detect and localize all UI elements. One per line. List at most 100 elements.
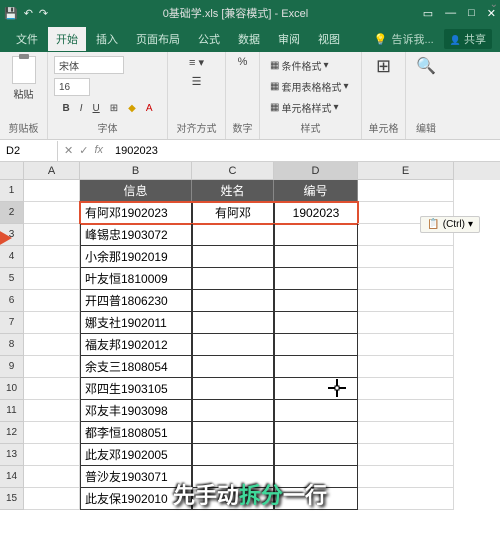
cell[interactable] [192, 312, 274, 334]
row-header[interactable]: 8 [0, 334, 24, 356]
tab-formula[interactable]: 公式 [190, 27, 228, 51]
cell[interactable] [192, 400, 274, 422]
font-size-select[interactable]: 16 [54, 78, 90, 96]
cell[interactable] [24, 488, 80, 510]
redo-icon[interactable]: ↷ [39, 7, 48, 20]
row-header[interactable]: 5 [0, 268, 24, 290]
cell[interactable] [192, 378, 274, 400]
cell[interactable]: 有阿邓1902023 [80, 202, 192, 224]
minimize-icon[interactable]: — [445, 7, 456, 20]
edit-icon[interactable]: 🔍 [416, 56, 436, 76]
save-icon[interactable]: 💾 [4, 7, 18, 20]
cell[interactable] [24, 422, 80, 444]
tell-me[interactable]: 💡 告诉我... 👤 共享 [374, 29, 492, 49]
cell[interactable] [274, 268, 358, 290]
paste-options-button[interactable]: 📋 (Ctrl) ▾ [420, 216, 480, 233]
underline-button[interactable]: U [90, 102, 103, 115]
row-header[interactable]: 12 [0, 422, 24, 444]
cell[interactable]: 开四普1806230 [80, 290, 192, 312]
row-header[interactable]: 14 [0, 466, 24, 488]
cell[interactable]: 余支三1808054 [80, 356, 192, 378]
cell[interactable]: 小余那1902019 [80, 246, 192, 268]
tab-review[interactable]: 审阅 [270, 27, 308, 51]
italic-button[interactable]: I [77, 102, 86, 115]
cell[interactable] [358, 444, 454, 466]
cell[interactable] [192, 356, 274, 378]
cell-style-button[interactable]: ▦单元格样式 ▾ [266, 98, 355, 117]
row-header[interactable]: 2 [0, 202, 24, 224]
cell[interactable]: 有阿邓 [192, 202, 274, 224]
cell[interactable] [24, 400, 80, 422]
percent-icon[interactable]: % [238, 56, 248, 68]
row-header[interactable]: 15 [0, 488, 24, 510]
cell[interactable] [24, 224, 80, 246]
bold-button[interactable]: B [59, 102, 72, 115]
name-box[interactable]: D2 [0, 141, 58, 161]
spreadsheet-grid[interactable]: A B C D E 1信息姓名编号2有阿邓1902023有阿邓19020233峰… [0, 162, 500, 510]
border-button[interactable]: ⊞ [107, 102, 121, 115]
expand-formula-icon[interactable]: ⌄ [490, 0, 498, 10]
col-header-e[interactable]: E [358, 162, 454, 180]
cell[interactable] [192, 224, 274, 246]
cell[interactable] [274, 422, 358, 444]
fill-color-button[interactable]: ◆ [125, 102, 139, 115]
cell[interactable] [358, 290, 454, 312]
cell[interactable] [192, 422, 274, 444]
cell[interactable] [24, 202, 80, 224]
cell[interactable]: 峰锡忠1903072 [80, 224, 192, 246]
cell[interactable] [358, 356, 454, 378]
cell[interactable]: 1902023 [274, 202, 358, 224]
row-header[interactable]: 9 [0, 356, 24, 378]
cell[interactable] [24, 312, 80, 334]
conditional-format-button[interactable]: ▦条件格式 ▾ [266, 56, 355, 75]
cell[interactable] [358, 422, 454, 444]
cells-icon[interactable]: ⊞ [376, 56, 391, 77]
cell[interactable] [24, 268, 80, 290]
cell[interactable] [192, 246, 274, 268]
cell[interactable] [274, 290, 358, 312]
cell[interactable] [192, 268, 274, 290]
cell[interactable] [358, 268, 454, 290]
cell[interactable] [274, 400, 358, 422]
row-header[interactable]: 1 [0, 180, 24, 202]
cell[interactable] [24, 378, 80, 400]
col-header-b[interactable]: B [80, 162, 192, 180]
maximize-icon[interactable]: □ [468, 7, 475, 20]
table-format-button[interactable]: ▦套用表格格式 ▾ [266, 77, 355, 96]
cell[interactable] [274, 312, 358, 334]
formula-input[interactable]: 1902023 [109, 145, 500, 157]
cell[interactable] [274, 334, 358, 356]
row-header[interactable]: 10 [0, 378, 24, 400]
cell[interactable] [358, 246, 454, 268]
cell[interactable]: 邓四生1903105 [80, 378, 192, 400]
tab-home[interactable]: 开始 [48, 27, 86, 51]
tab-file[interactable]: 文件 [8, 27, 46, 51]
row-header[interactable]: 13 [0, 444, 24, 466]
font-color-button[interactable]: A [143, 102, 156, 115]
cell[interactable] [24, 466, 80, 488]
align-icon[interactable]: ≡ ▾ [189, 56, 204, 69]
cell[interactable]: 娜支社1902011 [80, 312, 192, 334]
tab-insert[interactable]: 插入 [88, 27, 126, 51]
row-header[interactable]: 11 [0, 400, 24, 422]
cell[interactable] [274, 356, 358, 378]
ribbon-options-icon[interactable]: ▭ [423, 7, 433, 20]
cell[interactable] [24, 246, 80, 268]
col-header-a[interactable]: A [24, 162, 80, 180]
cell[interactable] [358, 400, 454, 422]
fx-icon[interactable]: fx [94, 144, 103, 157]
undo-icon[interactable]: ↶ [24, 7, 33, 20]
font-name-select[interactable]: 宋体 [54, 56, 124, 74]
paste-button[interactable]: 粘贴 [12, 56, 36, 101]
enter-formula-icon[interactable]: ✓ [79, 144, 88, 157]
cell[interactable]: 邓友丰1903098 [80, 400, 192, 422]
cell[interactable] [358, 180, 454, 202]
cell[interactable] [192, 290, 274, 312]
cell[interactable] [274, 246, 358, 268]
cell[interactable] [358, 334, 454, 356]
tab-data[interactable]: 数据 [230, 27, 268, 51]
cell[interactable] [192, 334, 274, 356]
cell[interactable] [192, 444, 274, 466]
row-header[interactable]: 7 [0, 312, 24, 334]
cell[interactable]: 都李恒1808051 [80, 422, 192, 444]
